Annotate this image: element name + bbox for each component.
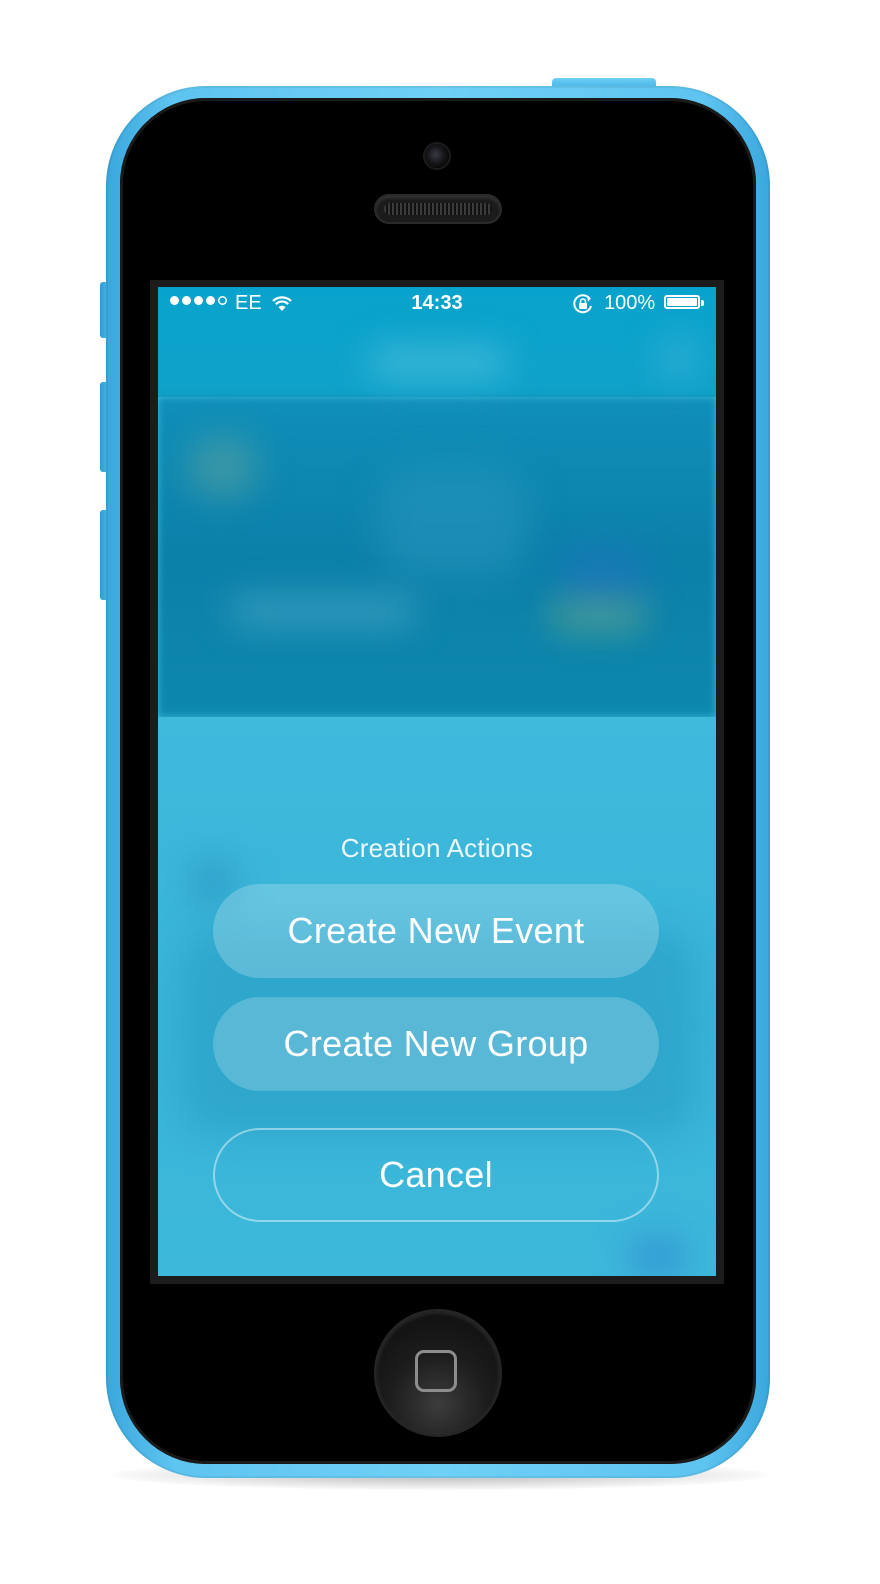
blurred-content — [658, 337, 698, 377]
battery-icon — [664, 295, 700, 309]
blurred-content — [228, 597, 418, 625]
battery-percentage: 100% — [604, 292, 656, 314]
device-mockup: EE 14:33 100% Creation Actions Create Ne… — [0, 0, 880, 1584]
blurred-content — [188, 437, 258, 497]
create-new-event-button[interactable]: Create New Event — [213, 884, 659, 978]
front-camera — [425, 144, 449, 168]
battery-fill — [667, 298, 697, 306]
action-sheet-title: Creation Actions — [340, 833, 534, 863]
status-bar: EE 14:33 100% — [158, 287, 716, 321]
earpiece-speaker — [376, 196, 500, 222]
phone-screen: EE 14:33 100% Creation Actions Create Ne… — [158, 287, 716, 1276]
cancel-button[interactable]: Cancel — [213, 1128, 659, 1222]
create-new-group-button[interactable]: Create New Group — [213, 997, 659, 1091]
home-square-icon — [415, 1350, 457, 1392]
speaker-grill — [384, 203, 492, 215]
blurred-content — [558, 547, 648, 607]
blurred-content — [548, 602, 648, 630]
home-button[interactable] — [376, 1311, 500, 1435]
blurred-content — [368, 349, 508, 375]
blurred-content — [628, 1237, 688, 1276]
blurred-content — [378, 467, 528, 577]
battery-tip — [701, 300, 704, 306]
rotation-lock-icon — [573, 294, 592, 314]
